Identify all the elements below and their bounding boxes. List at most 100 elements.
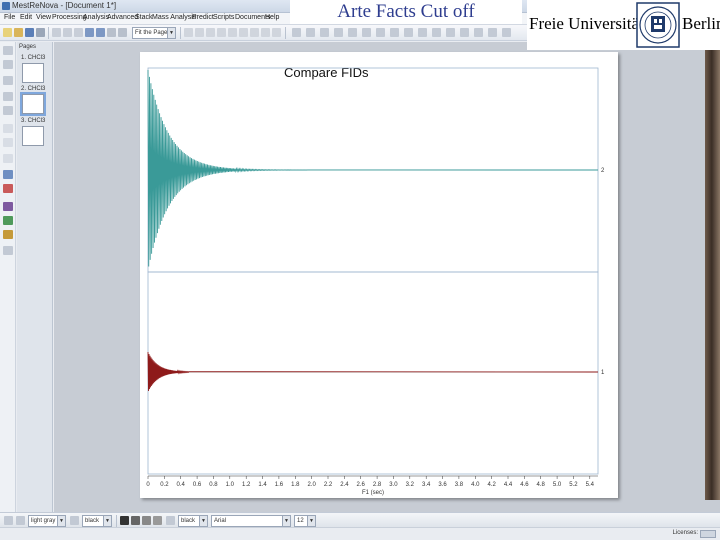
pan-tool-icon[interactable] (195, 28, 204, 37)
menu-file[interactable]: File (4, 14, 15, 21)
duplicate-page-icon[interactable] (3, 154, 13, 163)
line-style-select[interactable]: light gray ▼ (28, 515, 66, 527)
fid-series-1 (147, 351, 599, 391)
menu-view[interactable]: View (36, 14, 51, 21)
fill-color-icon[interactable] (166, 516, 175, 525)
superimpose-icon[interactable] (432, 28, 441, 37)
strikeout-icon[interactable] (153, 516, 162, 525)
font-select[interactable]: Arial ▼ (211, 515, 291, 527)
x-tick-label: 5.0 (553, 482, 562, 488)
menu-edit[interactable]: Edit (20, 14, 32, 21)
x-tick-label: 1.0 (226, 482, 235, 488)
line-color-icon[interactable] (70, 516, 79, 525)
molecule-icon[interactable] (460, 28, 469, 37)
x-tick-label: 0 (146, 482, 150, 488)
zoom-tool-icon[interactable] (206, 28, 215, 37)
expand-icon[interactable] (3, 46, 13, 55)
undo-icon[interactable] (85, 28, 94, 37)
arrow-tool-icon[interactable] (261, 28, 270, 37)
page-thumbnail-1[interactable] (22, 63, 44, 83)
delete-page-icon[interactable] (3, 138, 13, 147)
new-document-icon[interactable] (3, 28, 12, 37)
zero-filling-icon[interactable] (404, 28, 413, 37)
baseline-icon[interactable] (306, 28, 315, 37)
peak-pick-icon[interactable] (334, 28, 343, 37)
menu-help[interactable]: Help (265, 14, 279, 21)
menu-stack[interactable]: Stack (135, 14, 153, 21)
logo-text-left: Freie Universität (529, 14, 644, 33)
font-size-select[interactable]: 12 ▼ (294, 515, 316, 527)
chart-title: Compare FIDs (284, 65, 369, 80)
chart-frames (147, 67, 599, 475)
brush-icon[interactable] (3, 230, 13, 239)
print-icon[interactable] (36, 28, 45, 37)
predict-icon[interactable] (474, 28, 483, 37)
open-folder-icon[interactable] (14, 28, 23, 37)
document-page[interactable]: Compare FIDs 21 0 0.2 0.4 0.6 0.8 1.0 1.2 1.4 1.… (140, 52, 618, 498)
new-page-icon[interactable] (3, 124, 13, 133)
color-icon[interactable] (3, 216, 13, 225)
fill-select[interactable]: black ▼ (178, 515, 208, 527)
stack-icon[interactable] (418, 28, 427, 37)
underline-icon[interactable] (142, 516, 151, 525)
cut-icon[interactable] (52, 28, 61, 37)
menu-analysis[interactable]: Analysis (83, 14, 109, 21)
x-tick-label: 0.2 (160, 482, 169, 488)
x-axis-label: F1 (sec) (362, 490, 384, 496)
page-up-icon[interactable] (3, 92, 13, 101)
paste-icon[interactable] (74, 28, 83, 37)
layer-icon[interactable] (3, 202, 13, 211)
logo-text-right: Berlin (682, 14, 720, 33)
text-tool-icon[interactable] (217, 28, 226, 37)
phase-icon[interactable] (292, 28, 301, 37)
close-panel-icon[interactable] (3, 76, 13, 85)
options-icon[interactable] (502, 28, 511, 37)
menu-mass-analysis[interactable]: Mass Analysis (152, 14, 196, 21)
italic-icon[interactable] (131, 516, 140, 525)
zoom-out-icon[interactable] (118, 28, 127, 37)
color-select[interactable]: black ▼ (82, 515, 112, 527)
text-format-icon[interactable] (4, 516, 13, 525)
page-thumbnail-2[interactable] (20, 92, 46, 116)
zoom-in-icon[interactable] (107, 28, 116, 37)
apodization-icon[interactable] (390, 28, 399, 37)
line-style-icon[interactable] (16, 516, 25, 525)
fid-chart[interactable]: Compare FIDs 21 0 0.2 0.4 0.6 0.8 1.0 1.2 1.4 1.… (140, 52, 618, 498)
grid-tool-icon[interactable] (272, 28, 281, 37)
settings-icon[interactable] (3, 246, 13, 255)
integrate-icon[interactable] (320, 28, 329, 37)
select-tool-icon[interactable] (184, 28, 193, 37)
multiplet-icon[interactable] (348, 28, 357, 37)
x-tick-label: 5.4 (586, 482, 595, 488)
fourier-icon[interactable] (376, 28, 385, 37)
x-tick-label: 3.2 (406, 482, 415, 488)
app-icon (2, 2, 10, 10)
zoom-select[interactable]: Fit the Page ▼ (132, 27, 176, 39)
pin-icon[interactable] (3, 60, 13, 69)
move-down-icon[interactable] (3, 184, 13, 193)
x-tick-label: 3.8 (455, 482, 464, 488)
report-icon[interactable] (446, 28, 455, 37)
rectangle-tool-icon[interactable] (239, 28, 248, 37)
reference-icon[interactable] (362, 28, 371, 37)
copy-icon[interactable] (63, 28, 72, 37)
x-axis: 0 0.2 0.4 0.6 0.8 1.0 1.2 1.4 1.6 1.8 2.0 2.2 2.4 2.6… (146, 475, 598, 488)
page-thumbnail-3[interactable] (22, 126, 44, 146)
x-tick-label: 1.2 (242, 482, 251, 488)
move-up-icon[interactable] (3, 170, 13, 179)
save-icon[interactable] (25, 28, 34, 37)
page-down-icon[interactable] (3, 106, 13, 115)
ellipse-tool-icon[interactable] (250, 28, 259, 37)
line-tool-icon[interactable] (228, 28, 237, 37)
pages-panel-title: Pages (19, 44, 37, 50)
menu-processing[interactable]: Processing (52, 14, 87, 21)
verify-icon[interactable] (488, 28, 497, 37)
menu-scripts[interactable]: Scripts (213, 14, 234, 21)
bold-icon[interactable] (120, 516, 129, 525)
redo-icon[interactable] (96, 28, 105, 37)
x-tick-label: 4.4 (504, 482, 513, 488)
menu-advanced[interactable]: Advanced (107, 14, 138, 21)
slide-title: Arte Facts Cut off (290, 0, 522, 24)
menu-predict[interactable]: Predict (192, 14, 214, 21)
license-indicator[interactable] (700, 530, 716, 538)
